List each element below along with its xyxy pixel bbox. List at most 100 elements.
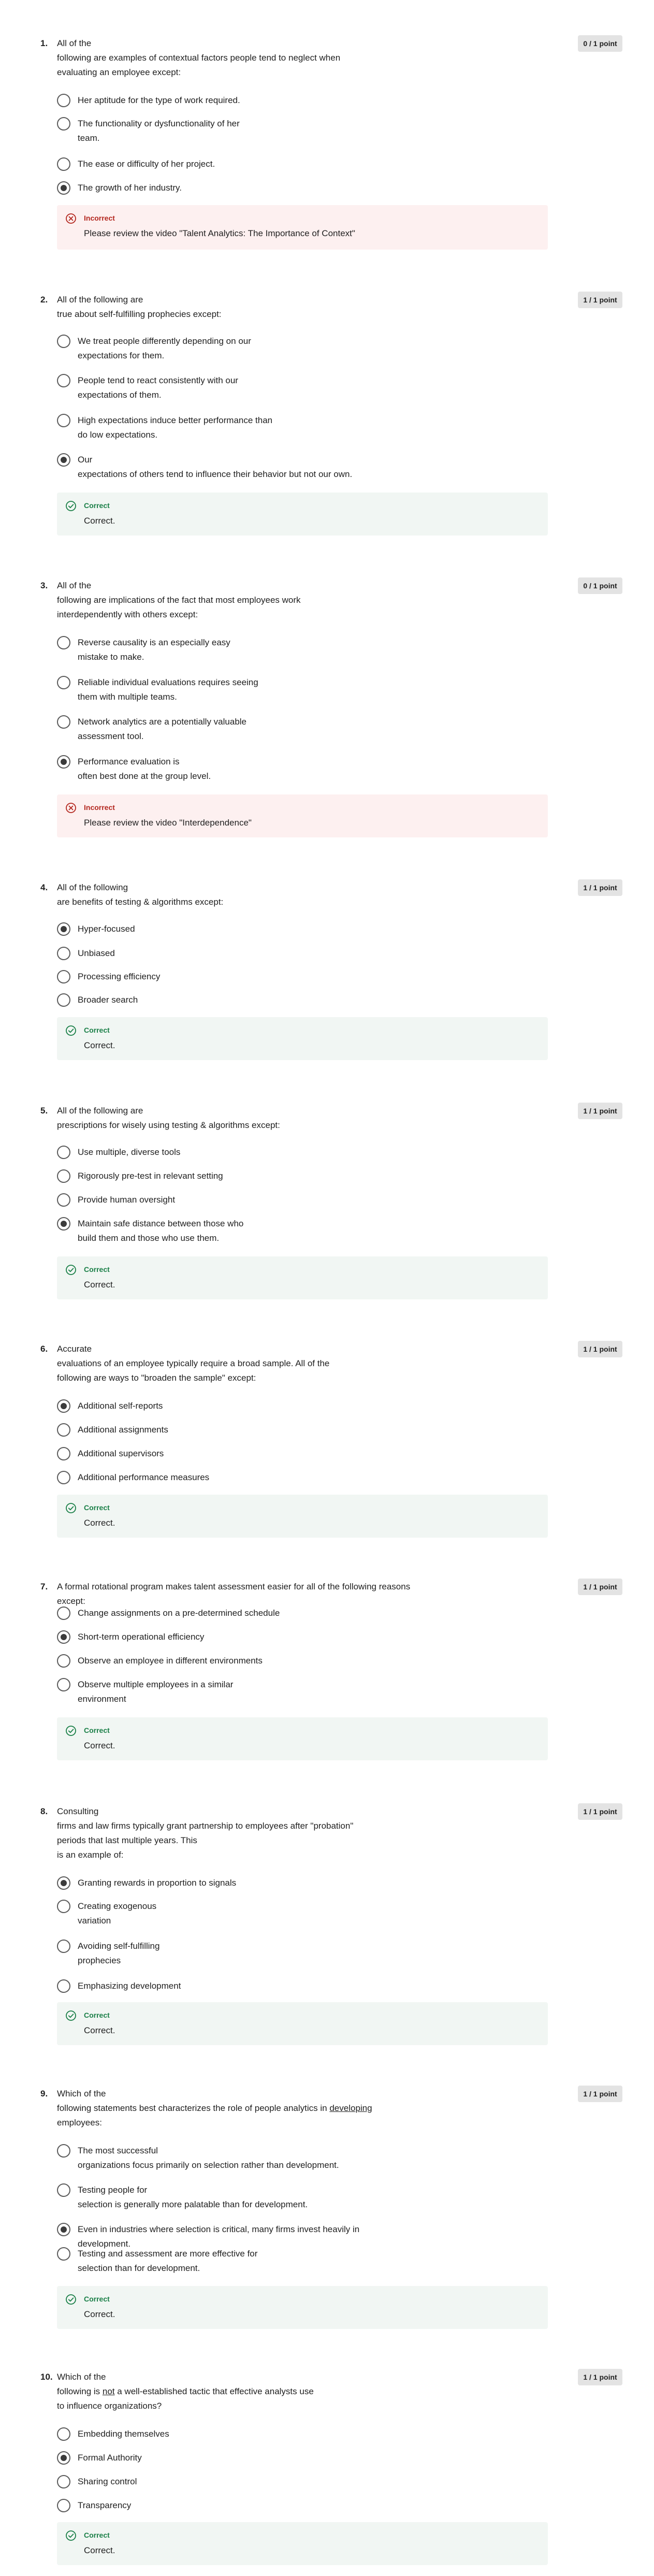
feedback-status: Correct xyxy=(84,2011,110,2019)
option-label: Processing efficiency xyxy=(78,972,161,981)
option-label: Maintain safe distance between those who… xyxy=(78,1219,244,1243)
option-label: Testing people for selection is generall… xyxy=(78,2185,308,2209)
radio-unselected[interactable] xyxy=(57,157,70,171)
radio-selected[interactable] xyxy=(57,453,70,467)
score-badge: 1 / 1 point xyxy=(578,1103,622,1119)
feedback-status: Correct xyxy=(84,1726,110,1734)
answer-option[interactable]: Our expectations of others tend to influ… xyxy=(57,453,523,482)
radio-unselected[interactable] xyxy=(57,1607,70,1620)
radio-unselected[interactable] xyxy=(57,2183,70,2197)
answer-option[interactable]: Reliable individual evaluations requires… xyxy=(57,675,523,704)
radio-unselected[interactable] xyxy=(57,414,70,427)
radio-selected[interactable] xyxy=(57,1399,70,1413)
radio-unselected[interactable] xyxy=(57,2144,70,2158)
radio-selected[interactable] xyxy=(57,1630,70,1644)
radio-unselected[interactable] xyxy=(57,1940,70,1953)
radio-unselected[interactable] xyxy=(57,2427,70,2441)
question-block: 8. Consulting firms and law firms typical… xyxy=(0,1803,654,2045)
radio-unselected[interactable] xyxy=(57,1471,70,1484)
radio-unselected[interactable] xyxy=(57,1169,70,1183)
score-badge: 0 / 1 point xyxy=(578,35,622,52)
question-number: 5. xyxy=(40,1106,48,1116)
option-label: Provide human oversight xyxy=(78,1195,176,1205)
radio-selected[interactable] xyxy=(57,755,70,769)
radio-unselected[interactable] xyxy=(57,715,70,729)
radio-unselected[interactable] xyxy=(57,1678,70,1691)
radio-unselected[interactable] xyxy=(57,1900,70,1913)
option-label: Additional assignments xyxy=(78,1425,168,1435)
answer-option[interactable]: The functionality or dysfunctionality of… xyxy=(57,117,523,146)
emphasized-word: not xyxy=(102,2386,115,2396)
radio-unselected[interactable] xyxy=(57,676,70,689)
answer-option[interactable]: Observe multiple employees in a similar … xyxy=(57,1677,523,1706)
answer-option[interactable]: Performance evaluation is often best don… xyxy=(57,755,523,784)
question-block: 3. All of the following are implications … xyxy=(0,577,654,837)
option-label: Observe an employee in different environ… xyxy=(78,1656,263,1666)
question-prompt: All of the following are examples of con… xyxy=(57,38,341,77)
radio-unselected[interactable] xyxy=(57,993,70,1007)
radio-selected[interactable] xyxy=(57,2451,70,2465)
answer-option[interactable]: Avoiding self-fulfilling prophecies xyxy=(57,1939,523,1968)
option-label: Short-term operational efficiency xyxy=(78,1632,205,1642)
quiz-results: 1. All of the following are examples of c… xyxy=(0,0,654,2576)
question-block: 9. Which of the following statements best… xyxy=(0,2086,654,2329)
question-prompt: All of the following are benefits of tes… xyxy=(57,882,224,907)
radio-unselected[interactable] xyxy=(57,970,70,983)
option-label: Use multiple, diverse tools xyxy=(78,1147,181,1157)
radio-unselected[interactable] xyxy=(57,1654,70,1668)
question-number: 1. xyxy=(40,38,48,48)
answer-option[interactable]: Maintain safe distance between those who… xyxy=(57,1217,523,1246)
radio-selected[interactable] xyxy=(57,1876,70,1890)
feedback-status: Correct xyxy=(84,2295,110,2303)
check-circle-icon xyxy=(65,2010,77,2021)
answer-option[interactable]: Creating exogenous variation xyxy=(57,1899,523,1928)
radio-unselected[interactable] xyxy=(57,117,70,131)
radio-unselected[interactable] xyxy=(57,374,70,387)
score-badge: 1 / 1 point xyxy=(578,2369,622,2385)
question-number: 3. xyxy=(40,581,48,590)
radio-selected[interactable] xyxy=(57,922,70,936)
radio-unselected[interactable] xyxy=(57,1979,70,1993)
answer-option[interactable]: Reverse causality is an especially easy … xyxy=(57,635,523,664)
feedback-correct: Correct Correct. xyxy=(57,1017,548,1060)
question-prompt: All of the following are prescriptions f… xyxy=(57,1106,280,1130)
option-label: The functionality or dysfunctionality of… xyxy=(78,119,240,143)
feedback-correct: Correct Correct. xyxy=(57,1256,548,1299)
score-badge: 0 / 1 point xyxy=(578,577,622,594)
feedback-status: Incorrect xyxy=(84,214,115,222)
radio-unselected[interactable] xyxy=(57,947,70,960)
answer-option[interactable]: Testing people for selection is generall… xyxy=(57,2183,523,2212)
prompt-text-part: Which of the following statements best c… xyxy=(57,2089,327,2113)
radio-unselected[interactable] xyxy=(57,1146,70,1159)
answer-option[interactable]: Testing and assessment are more effectiv… xyxy=(57,2247,523,2276)
answer-option[interactable]: High expectations induce better performa… xyxy=(57,413,523,442)
radio-unselected[interactable] xyxy=(57,2475,70,2488)
option-label: Reverse causality is an especially easy … xyxy=(78,638,230,662)
check-circle-icon xyxy=(65,2530,77,2541)
feedback-correct: Correct Correct. xyxy=(57,2522,548,2565)
radio-unselected[interactable] xyxy=(57,2247,70,2261)
radio-selected[interactable] xyxy=(57,181,70,195)
radio-selected[interactable] xyxy=(57,1217,70,1231)
radio-unselected[interactable] xyxy=(57,1447,70,1460)
option-label: Emphasizing development xyxy=(78,1981,181,1991)
radio-unselected[interactable] xyxy=(57,335,70,348)
radio-unselected[interactable] xyxy=(57,2499,70,2512)
answer-option[interactable]: We treat people differently depending on… xyxy=(57,334,523,363)
radio-unselected[interactable] xyxy=(57,94,70,107)
question-block: 2. All of the following are true about se… xyxy=(0,292,654,536)
answer-option[interactable]: Network analytics are a potentially valu… xyxy=(57,715,523,744)
radio-selected[interactable] xyxy=(57,2223,70,2236)
feedback-correct: Correct Correct. xyxy=(57,2286,548,2329)
feedback-status: Incorrect xyxy=(84,803,115,812)
radio-unselected[interactable] xyxy=(57,1193,70,1207)
question-block: 5. All of the following are prescriptions… xyxy=(0,1103,654,1299)
radio-unselected[interactable] xyxy=(57,636,70,649)
score-badge: 1 / 1 point xyxy=(578,1803,622,1820)
option-label: Her aptitude for the type of work requir… xyxy=(78,95,240,105)
radio-unselected[interactable] xyxy=(57,1423,70,1437)
answer-option[interactable]: People tend to react consistently with o… xyxy=(57,373,523,402)
answer-option[interactable]: The most successful organizations focus … xyxy=(57,2144,523,2173)
feedback-status: Correct xyxy=(84,1265,110,1273)
feedback-status: Correct xyxy=(84,2531,110,2539)
